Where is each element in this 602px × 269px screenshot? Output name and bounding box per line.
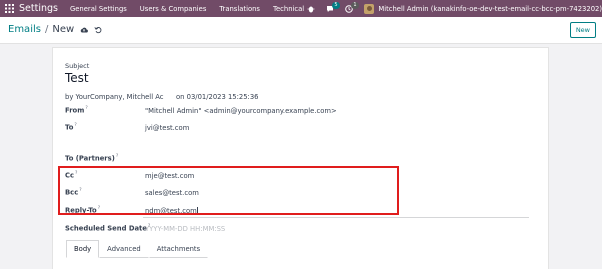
- breadcrumb-current: New: [52, 24, 75, 35]
- apps-menu-icon[interactable]: [2, 0, 16, 17]
- tab-attachments[interactable]: Attachments: [148, 240, 209, 258]
- user-avatar[interactable]: [364, 3, 375, 14]
- control-panel: Emails / New New: [0, 17, 602, 44]
- activity-clock-icon[interactable]: 1: [345, 1, 359, 13]
- tab-advanced[interactable]: Advanced: [99, 240, 149, 258]
- scheduled-date-label: Scheduled Send Date?: [65, 224, 151, 233]
- new-button[interactable]: New: [569, 22, 596, 38]
- from-label: From?: [65, 106, 88, 115]
- menu-general-settings[interactable]: General Settings: [70, 5, 127, 13]
- breadcrumb-emails[interactable]: Emails: [8, 24, 41, 35]
- menu-users-companies[interactable]: Users & Companies: [140, 5, 207, 13]
- to-value[interactable]: jvi@test.com: [145, 124, 189, 132]
- highlight-box: [58, 166, 399, 215]
- app-brand[interactable]: Settings: [19, 3, 58, 14]
- from-value[interactable]: "Mitchell Admin" <admin@yourcompany.exam…: [145, 107, 337, 115]
- subject-value[interactable]: Test: [65, 71, 89, 85]
- save-cloud-icon[interactable]: [80, 26, 89, 34]
- to-label: To?: [65, 123, 77, 132]
- tab-body[interactable]: Body: [66, 240, 100, 258]
- menu-translations[interactable]: Translations: [219, 5, 260, 13]
- notebook-tabs: Body Advanced Attachments: [66, 240, 209, 258]
- chat-count-badge: 5: [332, 1, 340, 9]
- subject-label: Subject: [65, 62, 90, 70]
- bug-icon[interactable]: [307, 5, 315, 13]
- email-form-sheet: Subject Test by YourCompany, Mitchell Ac…: [52, 47, 549, 269]
- top-navbar: Settings General Settings Users & Compan…: [0, 0, 602, 17]
- user-menu[interactable]: Mitchell Admin (kanakinfo-oe-dev-test-em…: [378, 5, 602, 13]
- discard-undo-icon[interactable]: [94, 26, 102, 34]
- breadcrumb: Emails / New: [8, 24, 102, 35]
- reply-to-underline: [143, 217, 529, 218]
- breadcrumb-separator: /: [44, 24, 49, 35]
- menu-technical[interactable]: Technical: [273, 5, 304, 13]
- scheduled-date-input[interactable]: YYYY-MM-DD HH:MM:SS: [145, 225, 225, 233]
- created-on: on 03/01/2023 15:25:36: [176, 93, 259, 101]
- to-partners-label: To (Partners)?: [65, 154, 119, 163]
- chat-icon[interactable]: 5: [326, 1, 340, 13]
- by-author: by YourCompany, Mitchell Ac: [65, 93, 164, 101]
- activity-count-badge: 1: [351, 1, 359, 9]
